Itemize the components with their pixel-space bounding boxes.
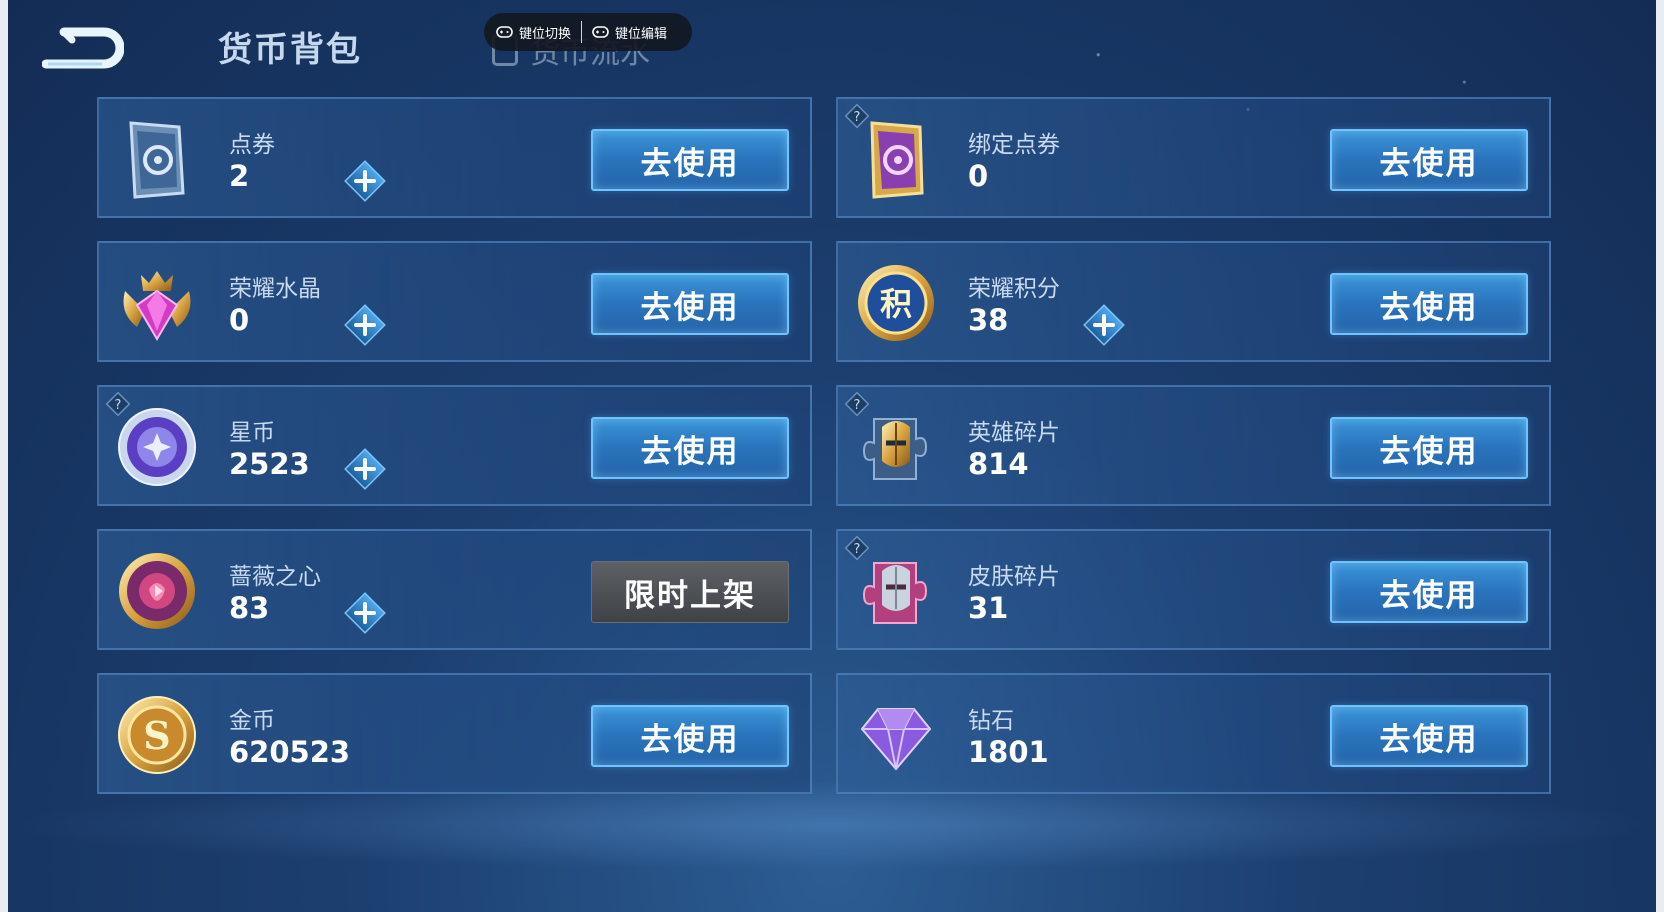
use-gold-coin-button[interactable]: 去使用 [591,705,789,767]
use-coupon-button[interactable]: 去使用 [591,129,789,191]
bound-coupon-icon [870,121,924,199]
use-star-coin-button[interactable]: 去使用 [591,417,789,479]
tab-currency-bag[interactable]: 货币背包 [218,22,362,71]
currency-name: 皮肤碎片 [968,564,1060,590]
currency-value: 814 [968,447,1029,481]
currency-card-diamond: 钻石 1801 去使用 [836,673,1551,794]
glory-crystal-icon [123,271,191,341]
currency-card-glory-points: 积 荣耀积分 38 去使用 [836,241,1551,362]
add-star-coin-button[interactable] [343,447,387,491]
add-glory-crystal-button[interactable] [343,303,387,347]
glory-points-icon: 积 [858,265,934,341]
coupon-icon [129,121,185,199]
gamepad-icon [496,26,513,38]
limited-time-button[interactable]: 限时上架 [591,561,789,623]
gamepad-icon [592,26,609,38]
currency-name: 金币 [229,708,275,734]
hero-fragment-icon [862,418,928,480]
currency-name: 蔷薇之心 [229,564,321,590]
key-switch-button[interactable]: 键位切换 [484,13,581,51]
star-coin-icon [118,408,196,486]
currency-card-glory-crystal: 荣耀水晶 0 去使用 [97,241,812,362]
key-edit-label: 键位编辑 [615,26,668,42]
currency-card-star-coin: ? 星币 2523 去使用 [97,385,812,506]
use-bound-coupon-button[interactable]: 去使用 [1330,129,1528,191]
currency-name: 钻石 [968,708,1014,734]
currency-card-coupon: 点券 2 去使用 [97,97,812,218]
currency-value: 620523 [229,735,351,769]
currency-value: 38 [968,303,1009,337]
back-button[interactable] [41,22,125,70]
currency-value: 0 [968,159,989,193]
currency-card-bound-coupon: ? 绑定点券 0 去使用 [836,97,1551,218]
glory-points-icon-glyph: 积 [880,285,912,323]
frame-left-edge [0,0,8,912]
currency-value: 1801 [968,735,1049,769]
diamond-icon [860,708,932,771]
currency-card-skin-fragment: ? 皮肤碎片 31 去使用 [836,529,1551,650]
currency-name: 荣耀水晶 [229,276,321,302]
currency-card-gold-coin: S 金币 620523 去使用 [97,673,812,794]
currency-value: 31 [968,591,1009,625]
key-edit-button[interactable]: 键位编辑 [582,13,677,51]
currency-value: 83 [229,591,270,625]
currency-card-rose-heart: 蔷薇之心 83 限时上架 [97,529,812,650]
currency-name: 点券 [229,132,275,158]
key-mapping-overlay: 键位切换 键位编辑 [484,13,692,51]
add-rose-heart-button[interactable] [343,591,387,635]
rose-heart-icon [119,553,195,629]
currency-value: 0 [229,303,250,337]
currency-value: 2 [229,159,250,193]
currency-value: 2523 [229,447,310,481]
use-hero-fragment-button[interactable]: 去使用 [1330,417,1528,479]
use-diamond-button[interactable]: 去使用 [1330,705,1528,767]
back-arrow-icon [41,27,125,69]
currency-name: 英雄碎片 [968,420,1060,446]
use-skin-fragment-button[interactable]: 去使用 [1330,561,1528,623]
gold-coin-icon: S [118,696,196,774]
currency-name: 荣耀积分 [968,276,1060,302]
frame-right-edge [1656,0,1664,912]
currency-card-hero-fragment: ? 英雄碎片 814 去使用 [836,385,1551,506]
gold-coin-icon-glyph: S [143,713,170,758]
key-switch-label: 键位切换 [519,26,572,42]
currency-name: 绑定点券 [968,132,1060,158]
currency-name: 星币 [229,420,275,446]
skin-fragment-icon [862,562,928,624]
add-coupon-button[interactable] [343,159,387,203]
use-glory-points-button[interactable]: 去使用 [1330,273,1528,335]
add-glory-points-button[interactable] [1082,303,1126,347]
use-glory-crystal-button[interactable]: 去使用 [591,273,789,335]
